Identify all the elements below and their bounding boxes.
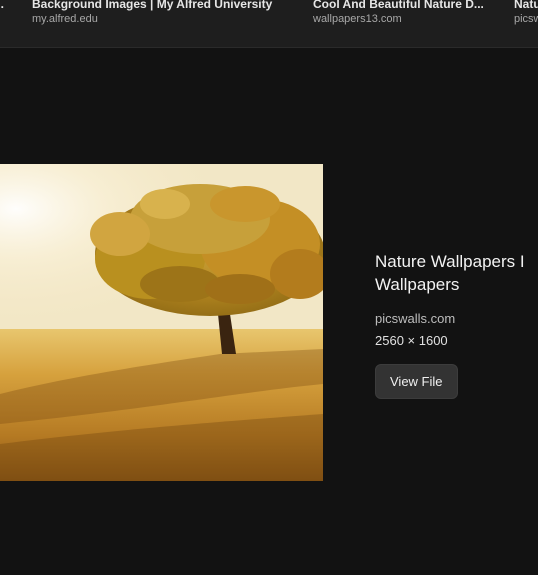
- related-result-source: my.alfred.edu: [32, 13, 98, 25]
- related-result-source: wallpapers13.com: [313, 13, 402, 25]
- related-result-title: Background Images | My Alfred University: [32, 0, 273, 11]
- view-file-button[interactable]: View File: [375, 364, 458, 399]
- preview-image[interactable]: [0, 164, 323, 481]
- related-result-source: picsw: [514, 13, 538, 25]
- related-result-title: ...: [0, 0, 5, 11]
- image-details-panel: Nature Wallpapers I Wallpapers picswalls…: [375, 250, 538, 399]
- image-title[interactable]: Nature Wallpapers I Wallpapers: [375, 250, 538, 296]
- image-viewer: ... Background Images | My Alfred Univer…: [0, 0, 538, 575]
- related-result[interactable]: Cool And Beautiful Nature D... wallpaper…: [313, 0, 493, 26]
- tree-field-illustration: [0, 164, 323, 481]
- image-source[interactable]: picswalls.com: [375, 310, 538, 328]
- related-result[interactable]: Background Images | My Alfred University…: [32, 0, 287, 26]
- related-result-title: Cool And Beautiful Nature D...: [313, 0, 484, 11]
- related-result[interactable]: ...: [0, 0, 8, 12]
- image-dimensions: 2560 × 1600: [375, 333, 448, 348]
- related-results-strip: ... Background Images | My Alfred Univer…: [0, 0, 538, 48]
- related-result-title: Natu: [514, 0, 538, 11]
- related-result[interactable]: Natu picsw: [514, 0, 538, 26]
